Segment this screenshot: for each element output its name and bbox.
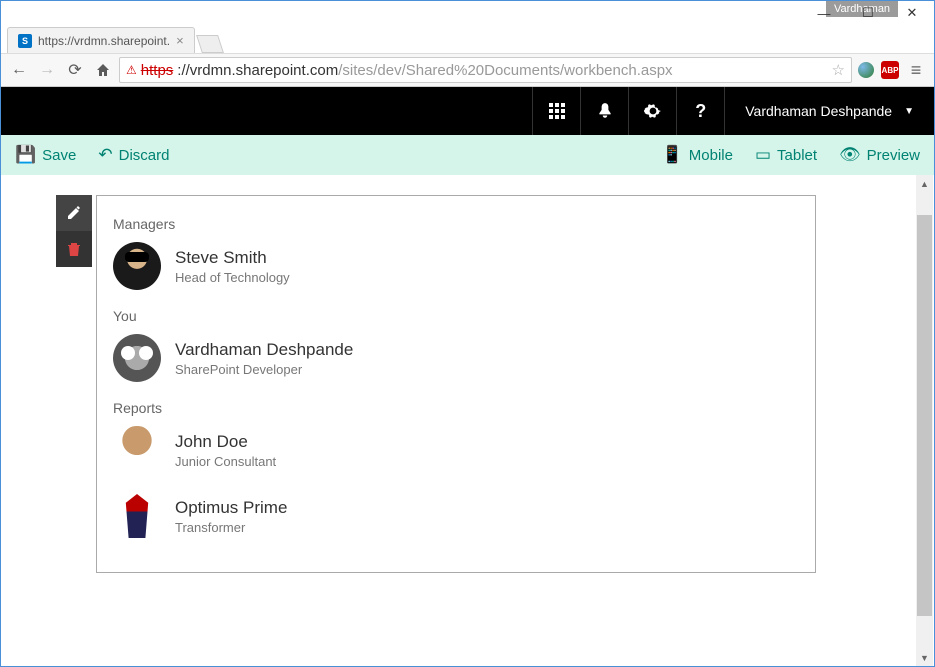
mobile-view-button[interactable]: 📱 Mobile <box>662 145 733 165</box>
preview-button[interactable]: 👁 Preview <box>839 145 920 165</box>
url-protocol: https <box>141 62 174 79</box>
avatar <box>113 242 161 290</box>
person-title: SharePoint Developer <box>175 362 353 377</box>
you-section-label: You <box>113 308 799 324</box>
help-icon: ? <box>695 101 706 122</box>
user-menu[interactable]: Vardhaman Deshpande ▼ <box>724 87 934 135</box>
managers-section-label: Managers <box>113 216 799 232</box>
discard-button[interactable]: ↶ Discard <box>98 145 169 165</box>
trash-icon <box>66 241 82 257</box>
reports-section-label: Reports <box>113 400 799 416</box>
tab-title: https://vrdmn.sharepoint. <box>38 34 170 48</box>
mobile-label: Mobile <box>689 147 733 164</box>
undo-icon: ↶ <box>98 145 112 165</box>
settings-button[interactable] <box>628 87 676 135</box>
browser-tab-strip: S https://vrdmn.sharepoint. × <box>1 25 934 53</box>
insecure-https-icon: ⚠ <box>126 63 137 77</box>
tablet-label: Tablet <box>777 147 817 164</box>
url-path: /sites/dev/Shared%20Documents/workbench.… <box>338 62 672 79</box>
window-maximize-button[interactable]: ☐ <box>846 1 890 25</box>
waffle-icon <box>549 103 565 119</box>
tablet-view-button[interactable]: ▭ Tablet <box>755 145 817 165</box>
save-icon: 💾 <box>15 145 36 165</box>
forward-button: → <box>35 58 59 82</box>
close-tab-icon[interactable]: × <box>176 33 184 48</box>
adblock-icon[interactable]: ABP <box>880 60 900 80</box>
edit-webpart-button[interactable] <box>56 195 92 231</box>
avatar <box>113 426 161 474</box>
person-name: Optimus Prime <box>175 498 287 518</box>
chevron-down-icon: ▼ <box>904 106 914 117</box>
browser-tab[interactable]: S https://vrdmn.sharepoint. × <box>7 27 195 53</box>
person-card[interactable]: Optimus Prime Transformer <box>113 492 799 540</box>
new-tab-button[interactable] <box>196 35 224 53</box>
person-name: Steve Smith <box>175 248 290 268</box>
avatar <box>113 334 161 382</box>
help-button[interactable]: ? <box>676 87 724 135</box>
url-host: ://vrdmn.sharepoint.com <box>177 62 338 79</box>
home-button[interactable] <box>91 58 115 82</box>
person-card[interactable]: Steve Smith Head of Technology <box>113 242 799 290</box>
person-name: John Doe <box>175 432 276 452</box>
extension-globe-icon[interactable] <box>856 60 876 80</box>
workbench-command-bar: 💾 Save ↶ Discard 📱 Mobile ▭ Tablet 👁 Pre… <box>1 135 934 175</box>
delete-webpart-button[interactable] <box>56 231 92 267</box>
user-display-name: Vardhaman Deshpande <box>745 103 892 119</box>
window-minimize-button[interactable]: — <box>802 1 846 25</box>
pencil-icon <box>66 205 82 221</box>
window-close-button[interactable]: ✕ <box>890 1 934 25</box>
chrome-menu-icon[interactable]: ≡ <box>904 60 928 81</box>
person-name: Vardhaman Deshpande <box>175 340 353 360</box>
browser-toolbar: ← → ⟳ ⚠ https ://vrdmn.sharepoint.com/si… <box>1 53 934 87</box>
save-label: Save <box>42 147 76 164</box>
eye-icon: 👁 <box>839 145 861 165</box>
gear-icon <box>644 102 662 120</box>
person-title: Head of Technology <box>175 270 290 285</box>
person-title: Junior Consultant <box>175 454 276 469</box>
tablet-icon: ▭ <box>755 145 771 165</box>
bell-icon <box>596 102 614 120</box>
discard-label: Discard <box>119 147 170 164</box>
notifications-button[interactable] <box>580 87 628 135</box>
reload-button[interactable]: ⟳ <box>63 58 87 82</box>
person-card[interactable]: Vardhaman Deshpande SharePoint Developer <box>113 334 799 382</box>
window-titlebar: Vardhaman — ☐ ✕ <box>1 1 934 25</box>
address-bar[interactable]: ⚠ https ://vrdmn.sharepoint.com/sites/de… <box>119 57 852 83</box>
save-button[interactable]: 💾 Save <box>15 145 76 165</box>
sharepoint-suite-bar: ? Vardhaman Deshpande ▼ <box>1 87 934 135</box>
person-title: Transformer <box>175 520 287 535</box>
org-chart-webpart: Managers Steve Smith Head of Technology … <box>96 195 816 573</box>
avatar <box>113 492 161 540</box>
app-launcher-button[interactable] <box>532 87 580 135</box>
bookmark-star-icon[interactable]: ☆ <box>832 61 845 79</box>
sharepoint-favicon: S <box>18 34 32 48</box>
person-card[interactable]: John Doe Junior Consultant <box>113 426 799 474</box>
preview-label: Preview <box>867 147 920 164</box>
back-button[interactable]: ← <box>7 58 31 82</box>
mobile-icon: 📱 <box>662 145 683 165</box>
